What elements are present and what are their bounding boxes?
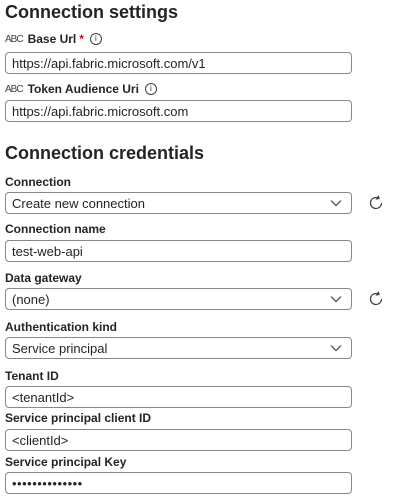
token-audience-input[interactable]: https://api.fabric.microsoft.com — [5, 100, 352, 122]
base-url-label: Base Url — [27, 32, 77, 46]
auth-kind-dropdown[interactable]: Service principal — [5, 337, 352, 359]
refresh-icon[interactable] — [366, 193, 386, 213]
connection-label: Connection — [5, 175, 71, 189]
chevron-down-icon — [330, 345, 342, 352]
connection-credentials-heading: Connection credentials — [5, 143, 205, 163]
token-audience-label-row: ABC Token Audience Uri i — [5, 82, 157, 96]
chevron-down-icon — [330, 296, 342, 303]
chevron-down-icon — [330, 200, 342, 207]
connection-name-value: test-web-api — [12, 243, 83, 259]
client-id-label: Service principal client ID — [5, 411, 152, 425]
auth-kind-value: Service principal — [12, 340, 108, 356]
data-gateway-label: Data gateway — [5, 271, 82, 285]
token-audience-value: https://api.fabric.microsoft.com — [12, 103, 189, 119]
text-type-icon: ABC — [5, 33, 24, 45]
info-icon[interactable]: i — [144, 83, 157, 95]
base-url-label-row: ABC Base Url * i — [5, 32, 102, 46]
connection-name-input[interactable]: test-web-api — [5, 240, 352, 262]
client-id-input[interactable]: <clientId> — [5, 429, 352, 451]
tenant-id-value: <tenantId> — [12, 389, 75, 405]
text-type-icon: ABC — [5, 83, 24, 95]
refresh-icon[interactable] — [366, 289, 386, 309]
connection-settings-heading: Connection settings — [5, 2, 179, 22]
connection-name-label: Connection name — [5, 222, 106, 236]
key-password-input[interactable]: •••••••••••••• — [5, 472, 352, 494]
key-masked-value: •••••••••••••• — [12, 475, 83, 491]
info-icon[interactable]: i — [89, 33, 102, 45]
connection-value: Create new connection — [12, 195, 145, 211]
token-audience-label: Token Audience Uri — [27, 82, 139, 96]
client-id-value: <clientId> — [12, 432, 69, 448]
connection-dropdown[interactable]: Create new connection — [5, 192, 352, 214]
data-gateway-value: (none) — [12, 291, 50, 307]
auth-kind-label: Authentication kind — [5, 320, 117, 334]
base-url-value: https://api.fabric.microsoft.com/v1 — [12, 55, 206, 71]
base-url-input[interactable]: https://api.fabric.microsoft.com/v1 — [5, 52, 352, 74]
tenant-id-input[interactable]: <tenantId> — [5, 386, 352, 408]
tenant-id-label: Tenant ID — [5, 369, 59, 383]
data-gateway-dropdown[interactable]: (none) — [5, 288, 352, 310]
required-asterisk: * — [79, 32, 84, 46]
key-label: Service principal Key — [5, 455, 127, 469]
